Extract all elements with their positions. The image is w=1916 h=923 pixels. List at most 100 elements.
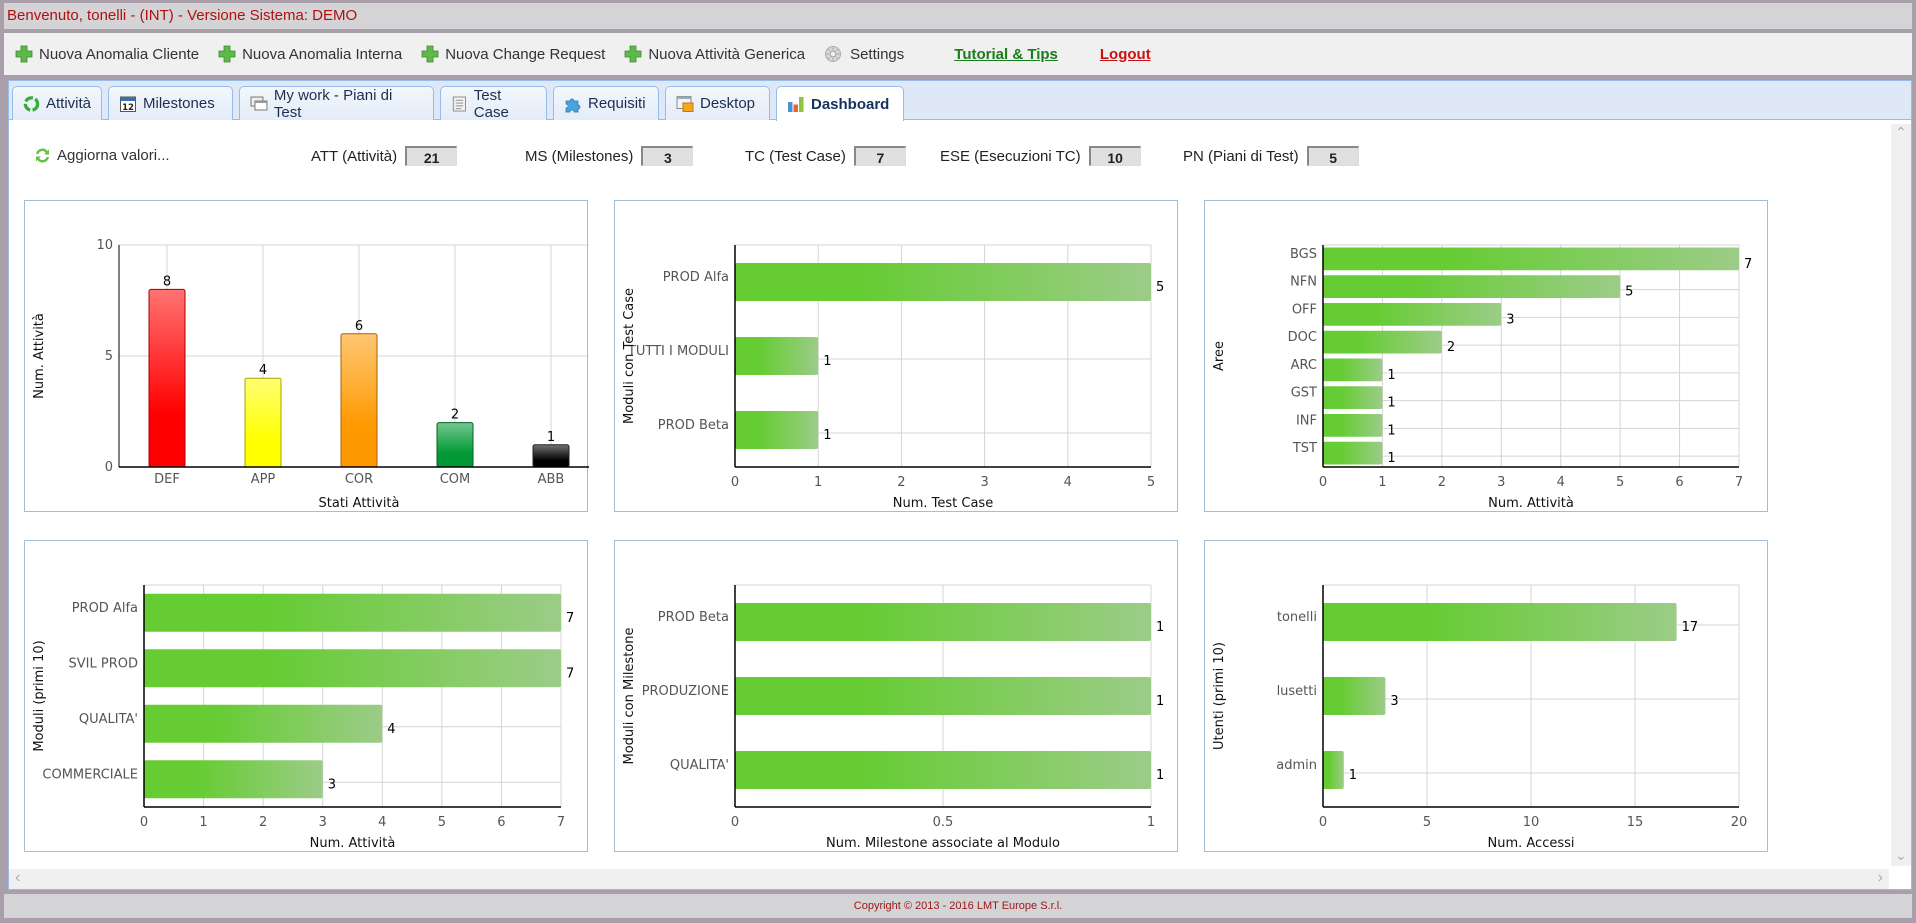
new-change-request-button[interactable]: Nuova Change Request (421, 45, 605, 63)
tutorial-link[interactable]: Tutorial & Tips (954, 46, 1058, 63)
stat-label: MS (Milestones) (525, 147, 634, 165)
bar-app (244, 377, 282, 468)
x-tick-label: 1 (1147, 815, 1155, 830)
data-label: 2 (451, 408, 459, 423)
bar-chart-icon (788, 97, 804, 112)
plus-icon (624, 45, 642, 63)
y-tick-label: COMMERCIALE (42, 767, 138, 782)
stat-value: 21 (405, 146, 458, 166)
x-axis-title: Num. Accessi (1487, 836, 1574, 851)
tab-label: Attività (45, 95, 91, 112)
gear-icon (825, 46, 842, 62)
tab-my-work-test-plans[interactable]: My work - Piani di Test (239, 86, 434, 121)
settings-button[interactable]: Settings (824, 45, 904, 63)
bar-prod-alfa (144, 593, 561, 632)
stat-ese: ESE (Esecuzioni TC) 10 (940, 146, 1141, 166)
data-label: 1 (1156, 694, 1164, 709)
chart-areas: 0 1 2 3 4 5 6 7 7 BGS 5 NFN 3 OFF 2 DOC 1 ARC 1 GST 1 INF 1 TST… (1212, 244, 1752, 511)
y-tick-label: PROD Beta (658, 610, 729, 625)
tab-dashboard[interactable]: Dashboard (776, 86, 904, 121)
bar-svil-prod (144, 649, 561, 688)
y-tick-label: PRODUZIONE (642, 684, 729, 699)
tab-label: Requisiti (588, 95, 646, 112)
x-tick-label: 4 (1557, 475, 1565, 490)
y-tick-label: BGS (1290, 247, 1317, 262)
horizontal-scrollbar[interactable]: ‹ › (9, 869, 1889, 889)
tab-attivita[interactable]: Attività (12, 86, 102, 120)
data-label: 7 (566, 611, 574, 626)
y-tick-label: PROD Beta (658, 418, 729, 433)
tab-requisiti[interactable]: Requisiti (553, 86, 659, 120)
new-generic-activity-button[interactable]: Nuova Attività Generica (624, 45, 805, 63)
scroll-left-icon[interactable]: ‹ (15, 869, 20, 887)
x-tick-label: 7 (1735, 475, 1743, 490)
bar-prod-alfa (735, 263, 1151, 301)
y-tick-label: PROD Alfa (72, 601, 138, 616)
y-tick-label: NFN (1290, 275, 1317, 290)
stat-label: ATT (Attività) (311, 147, 398, 165)
data-label: 1 (823, 428, 831, 443)
new-customer-anomaly-button[interactable]: Nuova Anomalia Cliente (15, 45, 199, 63)
button-label: Nuova Change Request (445, 45, 606, 63)
y-tick-label: DOC (1288, 330, 1317, 345)
y-axis-title: Num. Attività (32, 313, 47, 399)
data-label: 1 (823, 354, 831, 369)
y-tick-label: TST (1292, 441, 1317, 456)
x-tick-label: 5 (1147, 475, 1155, 490)
x-tick-label: ABB (538, 472, 565, 487)
data-label: 1 (1387, 368, 1395, 383)
tab-milestones[interactable]: 12 Milestones (108, 86, 233, 120)
scroll-right-icon[interactable]: › (1878, 869, 1883, 887)
stat-value: 7 (853, 146, 906, 166)
data-label: 1 (1387, 451, 1395, 466)
tab-strip: Attività 12 Milestones My work - Piani d… (9, 81, 1911, 121)
tab-label: Milestones (143, 95, 215, 112)
x-axis-title: Num. Milestone associate al Modulo (826, 836, 1060, 851)
bar-tst (1323, 441, 1383, 465)
bar-prod-beta (735, 411, 819, 449)
logout-link[interactable]: Logout (1100, 46, 1151, 63)
bar-lusetti (1323, 677, 1386, 715)
x-tick-label: 7 (557, 815, 565, 830)
chart-panel-users-access: 0 5 10 15 20 17 tonelli 3 lusetti 1 admin Num. Acce… (1204, 540, 1768, 852)
x-tick-label: 0 (1319, 815, 1327, 830)
data-label: 1 (1387, 423, 1395, 438)
x-axis-title: Num. Attività (1488, 496, 1574, 511)
tab-label: Desktop (700, 95, 756, 112)
y-tick-label: PROD Alfa (663, 270, 729, 285)
refresh-label: Aggiorna valori... (57, 147, 170, 164)
y-tick-label: TUTTI I MODULI (627, 344, 729, 359)
chart-activity-states: 0 5 10 8 DEF 4 APP 6 COR 2 COM 1 ABB Stati Attività Nu… (32, 238, 589, 511)
plus-icon (218, 45, 236, 63)
data-label: 7 (1744, 257, 1752, 272)
x-tick-label: 3 (1497, 475, 1505, 490)
puzzle-icon (565, 98, 581, 112)
bar-prod-beta (735, 603, 1151, 641)
data-label: 6 (355, 319, 363, 334)
x-tick-label: 15 (1627, 815, 1644, 830)
scroll-down-icon[interactable]: ⌄ (1895, 847, 1907, 864)
button-label: Nuova Anomalia Cliente (39, 45, 200, 63)
stat-pn: PN (Piani di Test) 5 (1183, 146, 1359, 166)
x-tick-label: 5 (1616, 475, 1624, 490)
welcome-bar: Benvenuto, tonelli - (INT) - Versione Si… (4, 3, 1912, 29)
x-tick-label: 0.5 (933, 815, 954, 830)
y-tick-label: lusetti (1277, 684, 1317, 699)
data-label: 3 (1506, 312, 1514, 327)
plus-icon (421, 45, 439, 63)
x-tick-label: 6 (497, 815, 505, 830)
refresh-values-button[interactable]: Aggiorna valori... (33, 146, 170, 165)
stat-att: ATT (Attività) 21 (311, 146, 458, 166)
scroll-up-icon[interactable]: ⌃ (1895, 124, 1907, 141)
chart-modules-top10: 0 1 2 3 4 5 6 7 7 PROD Alfa 7 SVIL PROD 4 QUALITA' 3 CO… (32, 584, 574, 851)
tab-desktop[interactable]: Desktop (665, 86, 770, 120)
stats-row: Aggiorna valori... ATT (Attività) 21 MS … (9, 140, 1911, 170)
y-axis-title: Utenti (primi 10) (1212, 642, 1227, 750)
new-internal-anomaly-button[interactable]: Nuova Anomalia Interna (218, 45, 402, 63)
y-axis-title: Moduli con Milestone (622, 628, 637, 765)
vertical-scrollbar[interactable]: ⌃ ⌄ (1891, 124, 1911, 866)
tab-test-case[interactable]: Test Case (440, 86, 547, 121)
y-tick-label: 0 (105, 460, 113, 475)
data-label: 5 (1156, 280, 1164, 295)
plus-icon (15, 45, 33, 63)
